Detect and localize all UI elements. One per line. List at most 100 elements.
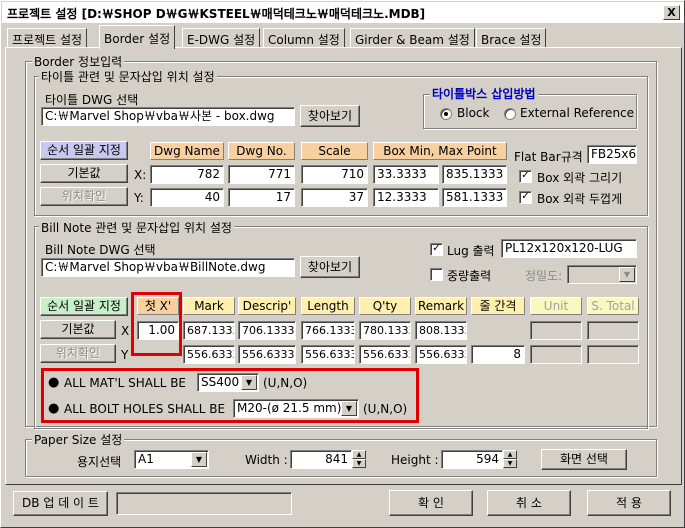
title-group-label: 타이틀 관련 및 문자삽입 위치 설정: [39, 68, 217, 85]
title-position-button[interactable]: 위치확인: [40, 187, 128, 206]
draw-outer-checkbox[interactable]: ✓: [519, 170, 532, 183]
title-dwg-path-input[interactable]: C:￦Marvel Shop￦vba￦사본 - box.dwg: [41, 107, 295, 126]
bill-line-spacing-input[interactable]: 8: [471, 345, 525, 364]
bolt-unit: (U,N,O): [363, 402, 408, 416]
db-update-button[interactable]: DB 업 데 이 트: [13, 491, 108, 516]
title-y-box-max[interactable]: 581.1333: [442, 188, 507, 207]
bill-group-label: Bill Note 관련 및 문자삽입 위치 설정: [39, 219, 234, 236]
hdr-descrip: Descrip': [238, 297, 296, 315]
title-x-dwg-name[interactable]: 782: [150, 165, 224, 184]
insert-block-radio[interactable]: [440, 108, 452, 120]
height-input[interactable]: 594: [441, 450, 503, 469]
tab-project[interactable]: 프로젝트 설정: [7, 28, 88, 48]
insert-method-label: 타이틀박스 삽입방법: [430, 85, 538, 102]
apply-button[interactable]: 적 용: [587, 490, 671, 516]
bill-y-remark[interactable]: 556.6333: [415, 345, 467, 364]
title-default-button[interactable]: 기본값: [40, 164, 128, 183]
insert-xref-label: External Reference: [520, 106, 635, 120]
bill-dwg-label: Bill Note DWG 선택: [45, 243, 156, 257]
bill-x-mark[interactable]: 687.1333: [183, 321, 235, 340]
bill-y-s-total[interactable]: [587, 345, 639, 364]
bill-x-length[interactable]: 766.1333: [301, 321, 355, 340]
screen-select-button[interactable]: 화면 선택: [541, 449, 627, 470]
insert-xref-radio[interactable]: [504, 108, 516, 120]
title-x-dwg-no[interactable]: 771: [228, 165, 295, 184]
width-label: Width :: [245, 453, 288, 467]
hdr-unit: Unit: [530, 297, 582, 315]
lug-input[interactable]: PL12x120x120-LUG: [501, 239, 637, 258]
insert-block-label: Block: [457, 106, 490, 120]
tab-border[interactable]: Border 설정: [99, 25, 176, 49]
window-title: 프로젝트 설정 [D:￦SHOP D￦G￦KSTEEL￦매덕테크노￦매덕테크노.…: [7, 7, 426, 21]
title-browse-button[interactable]: 찾아보기: [300, 105, 360, 127]
hdr-qty: Q'ty: [359, 297, 411, 315]
title-dwg-label: 타이틀 DWG 선택: [45, 93, 139, 107]
mat-bullet-icon: ●: [48, 375, 60, 390]
title-y-dwg-name[interactable]: 40: [150, 188, 224, 207]
bill-y-length[interactable]: 556.6333: [301, 345, 355, 364]
hdr-line-spacing: 줄 간격: [471, 297, 525, 315]
draw-outer-label: Box 외곽 그리기: [537, 171, 623, 185]
weight-checkbox[interactable]: [430, 268, 443, 281]
precision-label: 정밀도:: [525, 269, 563, 283]
precision-chevron-down-icon[interactable]: ▼: [619, 267, 635, 282]
width-input[interactable]: 841: [290, 450, 352, 469]
hdr-mark: Mark: [183, 297, 235, 315]
bill-y-mark[interactable]: 556.6333: [183, 345, 235, 364]
title-order-button[interactable]: 순서 일괄 지정: [40, 141, 128, 160]
paper-group-label: Paper Size 설정: [32, 431, 125, 448]
close-button[interactable]: X: [663, 5, 680, 20]
outer-thick-label: Box 외곽 두껍게: [537, 192, 623, 206]
title-x-scale[interactable]: 710: [301, 165, 368, 184]
mat-chevron-down-icon[interactable]: ▼: [241, 375, 257, 390]
bill-browse-button[interactable]: 찾아보기: [300, 256, 360, 278]
tab-column[interactable]: Column 설정: [263, 28, 345, 48]
hdr-dwg-no: Dwg No.: [228, 142, 295, 160]
height-stepper[interactable]: ▲ ▼: [503, 450, 517, 469]
bill-x-s-total[interactable]: [587, 321, 639, 340]
mat-label: ALL MAT'L SHALL BE: [64, 376, 187, 390]
cancel-button[interactable]: 취 소: [487, 490, 571, 516]
hdr-dwg-name: Dwg Name: [150, 142, 224, 160]
title-x-box-min[interactable]: 33.3333: [373, 165, 439, 184]
bill-position-button[interactable]: 위치확인: [40, 344, 116, 363]
bill-y-descrip[interactable]: 556.6333: [238, 345, 296, 364]
mat-unit: (U,N,O): [263, 376, 308, 390]
bill-x-qty[interactable]: 780.1333: [359, 321, 411, 340]
bill-order-button[interactable]: 순서 일괄 지정: [40, 297, 128, 316]
title-x-box-max[interactable]: 835.1333: [442, 165, 507, 184]
hdr-length: Length: [301, 297, 355, 315]
bill-default-button[interactable]: 기본값: [40, 320, 116, 339]
lug-checkbox[interactable]: ✓: [430, 243, 443, 256]
outer-thick-checkbox[interactable]: ✓: [519, 191, 532, 204]
title-bar: 프로젝트 설정 [D:￦SHOP D￦G￦KSTEEL￦매덕테크노￦매덕테크노.…: [2, 2, 684, 23]
bill-dwg-path-input[interactable]: C:￦Marvel Shop￦vba￦BillNote.dwg: [41, 258, 295, 277]
width-stepper[interactable]: ▲ ▼: [352, 450, 366, 469]
hdr-remark: Remark: [415, 297, 467, 315]
bill-x-label: X: [121, 324, 130, 338]
weight-label: 중량출력: [447, 269, 492, 283]
title-y-dwg-no[interactable]: 17: [228, 188, 295, 207]
bill-y-unit[interactable]: [530, 345, 582, 364]
bill-y-label: Y: [121, 348, 129, 362]
ok-button[interactable]: 확 인: [389, 490, 473, 516]
bolt-label: ALL BOLT HOLES SHALL BE: [64, 402, 226, 416]
title-y-scale[interactable]: 37: [301, 188, 368, 207]
title-y-box-min[interactable]: 12.3333: [373, 188, 439, 207]
title-x-label: X:: [134, 168, 147, 182]
status-field: [116, 492, 292, 515]
height-label: Height :: [391, 453, 439, 467]
bolt-chevron-down-icon[interactable]: ▼: [341, 401, 357, 416]
bill-y-qty[interactable]: 556.6333: [359, 345, 411, 364]
tab-edwg[interactable]: E-DWG 설정: [182, 28, 261, 48]
title-y-label: Y:: [134, 191, 144, 205]
tab-girder-beam[interactable]: Girder & Beam 설정: [350, 28, 475, 48]
tab-brace[interactable]: Brace 설정: [476, 28, 547, 48]
flatbar-label: Flat Bar규격: [514, 150, 583, 164]
bill-x-remark[interactable]: 808.1333: [415, 321, 467, 340]
flatbar-input[interactable]: FB25x6: [587, 145, 637, 164]
bill-x-descrip[interactable]: 706.1333: [238, 321, 296, 340]
hdr-box-min-max: Box Min, Max Point: [373, 142, 507, 160]
bill-x-unit[interactable]: [530, 321, 582, 340]
paper-chevron-down-icon[interactable]: ▼: [191, 452, 207, 467]
